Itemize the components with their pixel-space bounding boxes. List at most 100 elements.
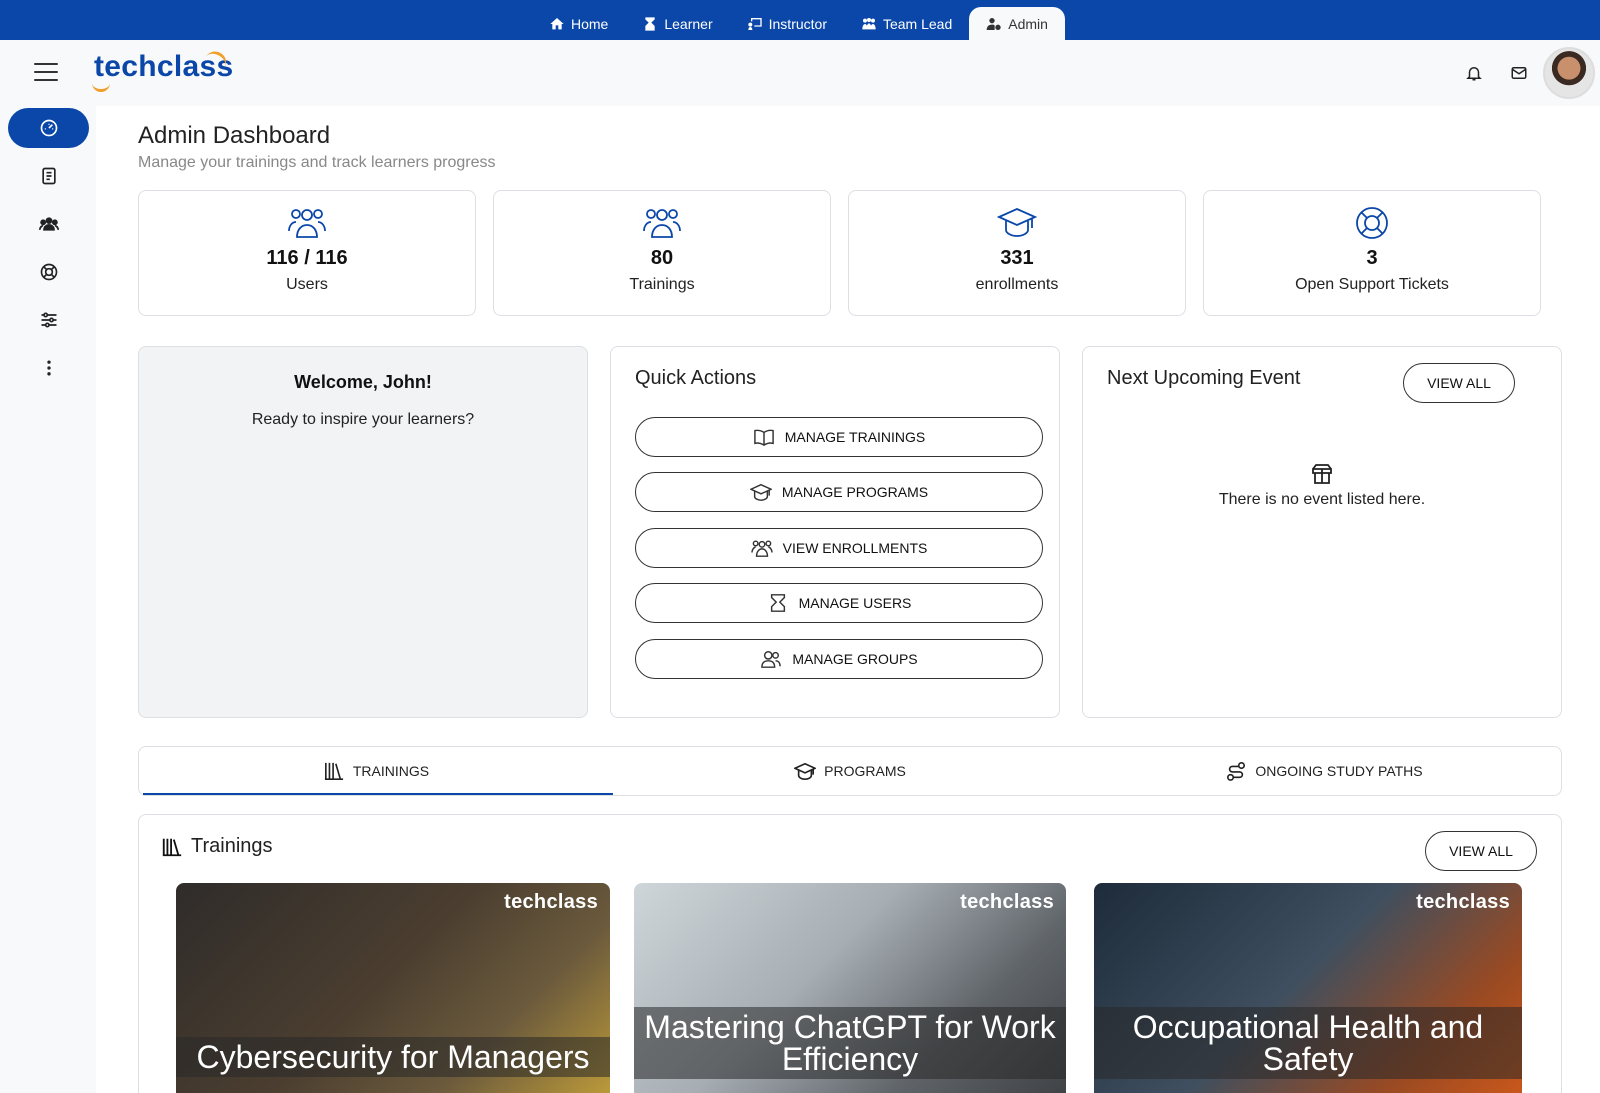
tab-ongoing-study-paths[interactable]: ONGOING STUDY PATHS	[1087, 747, 1561, 795]
stat-label: Open Support Tickets	[1295, 276, 1449, 293]
sidebar-item-support[interactable]	[8, 252, 89, 292]
stat-card-trainings[interactable]: 80 Trainings	[493, 190, 831, 316]
logo-swoosh	[92, 82, 110, 92]
library-icon	[324, 762, 343, 780]
event-view-all-button[interactable]: VIEW ALL	[1403, 363, 1515, 403]
stat-value: 80	[650, 247, 674, 269]
tab-label: TRAININGS	[352, 763, 430, 779]
graduation-cap-icon	[749, 483, 772, 501]
admin-icon	[986, 17, 1001, 30]
header: techclass	[0, 40, 1600, 106]
quick-actions-card: Quick Actions MANAGE TRAININGS MANAGE PR…	[610, 346, 1060, 718]
tab-label: ONGOING STUDY PATHS	[1255, 763, 1423, 779]
group-icon	[761, 651, 782, 668]
content-tabs: TRAININGS PROGRAMS ONGOING STUDY PATHS	[138, 746, 1562, 796]
bell-icon[interactable]	[1465, 64, 1483, 82]
sidebar	[0, 106, 96, 1093]
stat-label: Trainings	[629, 276, 695, 293]
more-vertical-icon	[46, 360, 51, 376]
quick-actions-title: Quick Actions	[635, 367, 757, 389]
route-icon	[1227, 762, 1246, 781]
role-label: Instructor	[768, 15, 827, 32]
training-card[interactable]: techclass Occupational Health and Safety	[1094, 883, 1522, 1093]
role-home[interactable]: Home	[532, 7, 625, 40]
trainings-header: Trainings	[161, 835, 273, 858]
training-card-title: Mastering ChatGPT for Work Efficiency	[634, 1007, 1066, 1079]
settings-sliders-icon	[41, 312, 56, 328]
button-label: MANAGE GROUPS	[792, 651, 918, 667]
view-enrollments-button[interactable]: VIEW ENROLLMENTS	[635, 528, 1043, 568]
graduation-cap-icon	[996, 205, 1038, 241]
upcoming-event-card: Next Upcoming Event VIEW ALL There is no…	[1082, 346, 1562, 718]
role-instructor[interactable]: Instructor	[730, 7, 844, 40]
role-label: Admin	[1008, 15, 1048, 32]
role-label: Learner	[664, 15, 713, 32]
training-card-title: Cybersecurity for Managers	[176, 1037, 610, 1077]
sidebar-item-dashboard[interactable]	[8, 108, 89, 148]
lifebuoy-icon	[1352, 205, 1392, 241]
sidebar-item-users[interactable]	[8, 204, 89, 244]
mail-icon[interactable]	[1510, 64, 1528, 82]
learner-icon	[645, 16, 656, 31]
users-icon	[642, 205, 682, 241]
book-open-icon	[753, 429, 774, 447]
stat-label: Users	[286, 276, 328, 293]
stat-card-support-tickets[interactable]: 3 Open Support Tickets	[1203, 190, 1541, 316]
button-label: MANAGE PROGRAMS	[781, 484, 929, 500]
role-admin[interactable]: Admin	[969, 7, 1065, 40]
page-title: Admin Dashboard	[138, 122, 331, 149]
stat-value: 3	[1366, 247, 1378, 269]
brand-watermark: techclass	[504, 891, 598, 913]
brand-watermark: techclass	[1416, 891, 1510, 913]
support-icon	[40, 263, 57, 281]
home-icon	[550, 17, 564, 29]
manage-programs-button[interactable]: MANAGE PROGRAMS	[635, 472, 1043, 512]
trainings-section: Trainings VIEW ALL techclass Cybersecuri…	[138, 814, 1562, 1093]
stat-card-users[interactable]: 116 / 116 Users	[138, 190, 476, 316]
main-content: Admin Dashboard Manage your trainings an…	[96, 106, 1600, 1093]
training-card[interactable]: techclass Mastering ChatGPT for Work Eff…	[634, 883, 1066, 1093]
manage-groups-button[interactable]: MANAGE GROUPS	[635, 639, 1043, 679]
sidebar-item-more[interactable]	[8, 348, 89, 388]
role-learner[interactable]: Learner	[625, 7, 729, 40]
avatar[interactable]	[1543, 47, 1595, 99]
welcome-title: Welcome, John!	[294, 372, 432, 392]
manage-trainings-button[interactable]: MANAGE TRAININGS	[635, 417, 1043, 457]
role-label: Team Lead	[882, 15, 953, 32]
tab-programs[interactable]: PROGRAMS	[613, 747, 1087, 795]
role-bar: Home Learner Instructor Team Lead Admin	[0, 0, 1600, 40]
tab-trainings[interactable]: TRAININGS	[139, 747, 613, 795]
manage-users-button[interactable]: MANAGE USERS	[635, 583, 1043, 623]
role-label: Home	[571, 15, 609, 32]
library-icon	[162, 838, 182, 856]
brand-watermark: techclass	[960, 891, 1054, 913]
sidebar-item-settings[interactable]	[8, 300, 89, 340]
welcome-card: Welcome, John! Ready to inspire your lea…	[138, 346, 588, 718]
event-empty-text: There is no event listed here.	[1218, 491, 1426, 508]
stat-card-enrollments[interactable]: 331 enrollments	[848, 190, 1186, 316]
users-icon	[750, 540, 773, 557]
users-icon	[287, 205, 327, 241]
manage-users-icon	[770, 594, 785, 612]
event-title: Next Upcoming Event	[1107, 367, 1301, 389]
role-switcher: Home Learner Instructor Team Lead Admin	[532, 7, 1065, 40]
role-team-lead[interactable]: Team Lead	[844, 7, 969, 40]
team-lead-icon	[862, 17, 876, 29]
tab-label: PROGRAMS	[824, 763, 906, 779]
button-label: MANAGE USERS	[798, 595, 912, 611]
training-card[interactable]: techclass Cybersecurity for Managers	[176, 883, 610, 1093]
empty-box-icon	[1310, 463, 1334, 485]
stat-value: 116 / 116	[266, 247, 348, 269]
users-icon	[38, 217, 59, 231]
trainings-view-all-button[interactable]: VIEW ALL	[1425, 831, 1537, 871]
welcome-text: Ready to inspire your learners?	[251, 411, 475, 428]
dashboard-icon	[40, 119, 57, 137]
book-icon	[41, 167, 56, 185]
trainings-title: Trainings	[191, 835, 273, 857]
sidebar-item-trainings[interactable]	[8, 156, 89, 196]
stat-value: 331	[1000, 247, 1034, 269]
button-label: VIEW ENROLLMENTS	[782, 540, 928, 556]
instructor-icon	[747, 17, 762, 30]
page-subtitle: Manage your trainings and track learners…	[138, 154, 496, 171]
menu-icon[interactable]	[34, 63, 58, 81]
